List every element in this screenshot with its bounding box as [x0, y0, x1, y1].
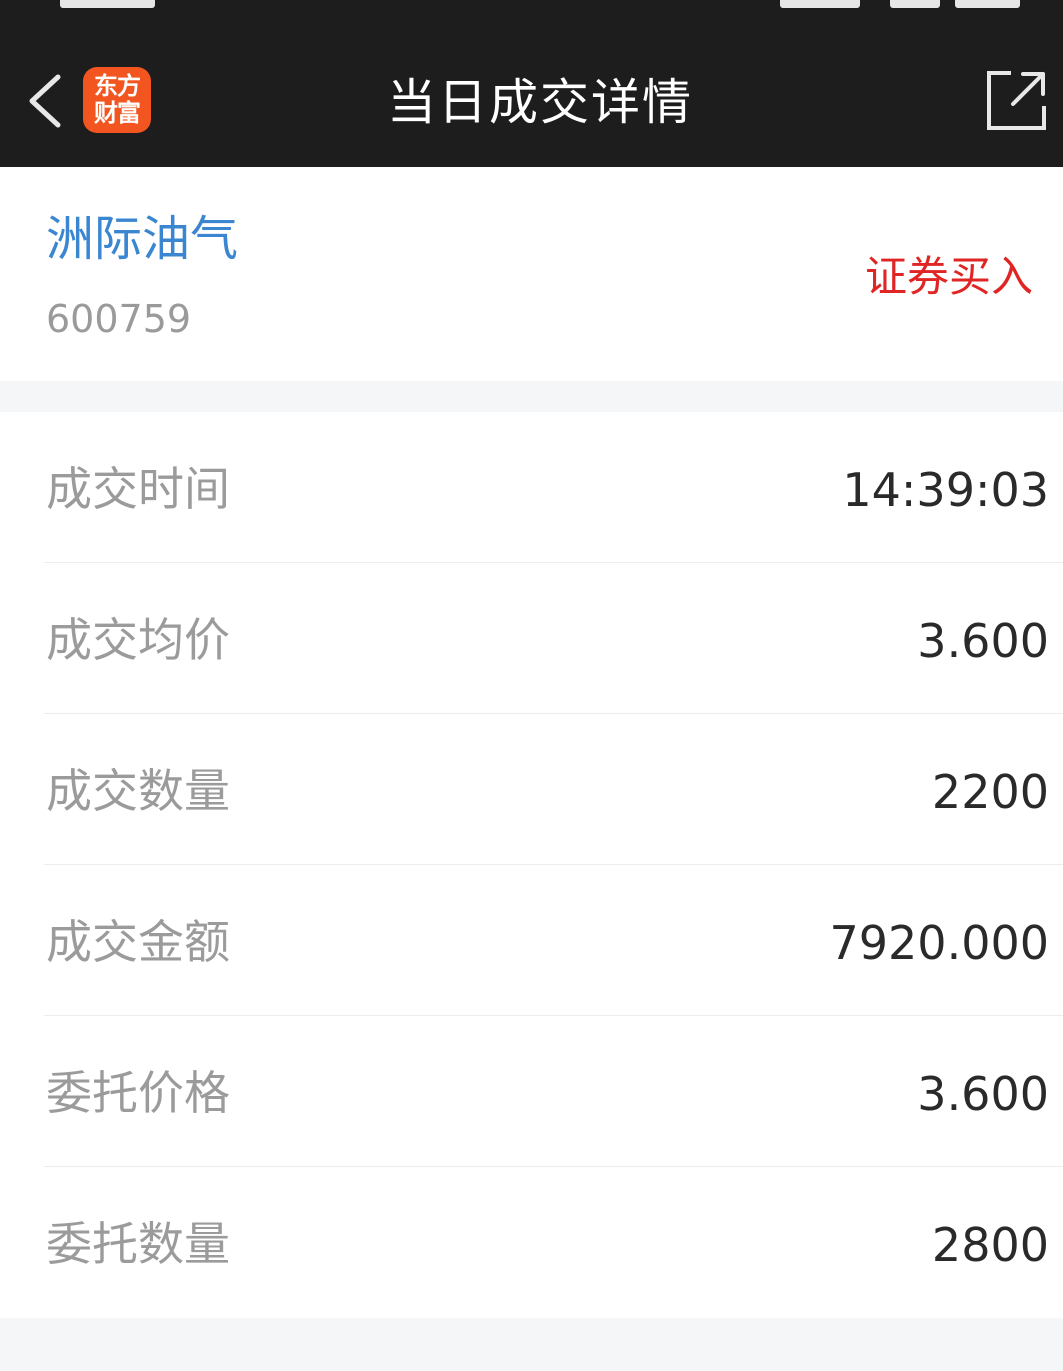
detail-label: 成交时间 — [46, 462, 230, 516]
top-navigation-bar: 东方 财富 当日成交详情 — [0, 0, 1063, 167]
detail-label: 成交金额 — [46, 915, 230, 969]
detail-value: 7920.000 — [829, 916, 1050, 970]
trade-type-label: 证券买入 — [864, 252, 1033, 301]
trade-detail-list: 成交时间 14:39:03 成交均价 3.600 成交数量 2200 成交金额 … — [0, 412, 1063, 1318]
detail-row-quantity: 成交数量 2200 — [0, 714, 1063, 865]
status-bar-cellular-fragment — [890, 0, 940, 8]
detail-row-amount: 成交金额 7920.000 — [0, 865, 1063, 1016]
detail-value: 2800 — [931, 1218, 1049, 1272]
status-bar-time-fragment — [60, 0, 155, 8]
share-button[interactable] — [983, 68, 1049, 134]
chevron-left-icon — [29, 74, 61, 128]
detail-row-order-price: 委托价格 3.600 — [0, 1016, 1063, 1167]
detail-label: 委托数量 — [46, 1217, 230, 1271]
detail-value: 3.600 — [917, 1067, 1049, 1121]
app-logo[interactable]: 东方 财富 — [83, 67, 151, 133]
detail-value: 14:39:03 — [842, 463, 1049, 517]
detail-label: 成交均价 — [46, 613, 230, 667]
app-logo-line-1: 东方 — [94, 72, 141, 100]
detail-label: 成交数量 — [46, 764, 230, 818]
status-bar-battery-fragment — [955, 0, 1020, 8]
detail-row-trade-time: 成交时间 14:39:03 — [0, 412, 1063, 563]
detail-value: 3.600 — [917, 614, 1049, 668]
detail-row-average-price: 成交均价 3.600 — [0, 563, 1063, 714]
page-title: 当日成交详情 — [386, 74, 693, 131]
stock-code: 600759 — [46, 297, 192, 341]
stock-name[interactable]: 洲际油气 — [46, 209, 238, 269]
detail-label: 委托价格 — [46, 1066, 230, 1120]
app-logo-line-2: 财富 — [94, 99, 141, 127]
stock-header: 洲际油气 600759 证券买入 — [0, 167, 1063, 381]
external-link-icon — [987, 71, 1046, 130]
detail-value: 2200 — [931, 765, 1049, 819]
detail-row-order-quantity: 委托数量 2800 — [0, 1167, 1063, 1318]
back-button[interactable] — [22, 70, 66, 132]
status-bar-signal-fragment — [780, 0, 860, 8]
